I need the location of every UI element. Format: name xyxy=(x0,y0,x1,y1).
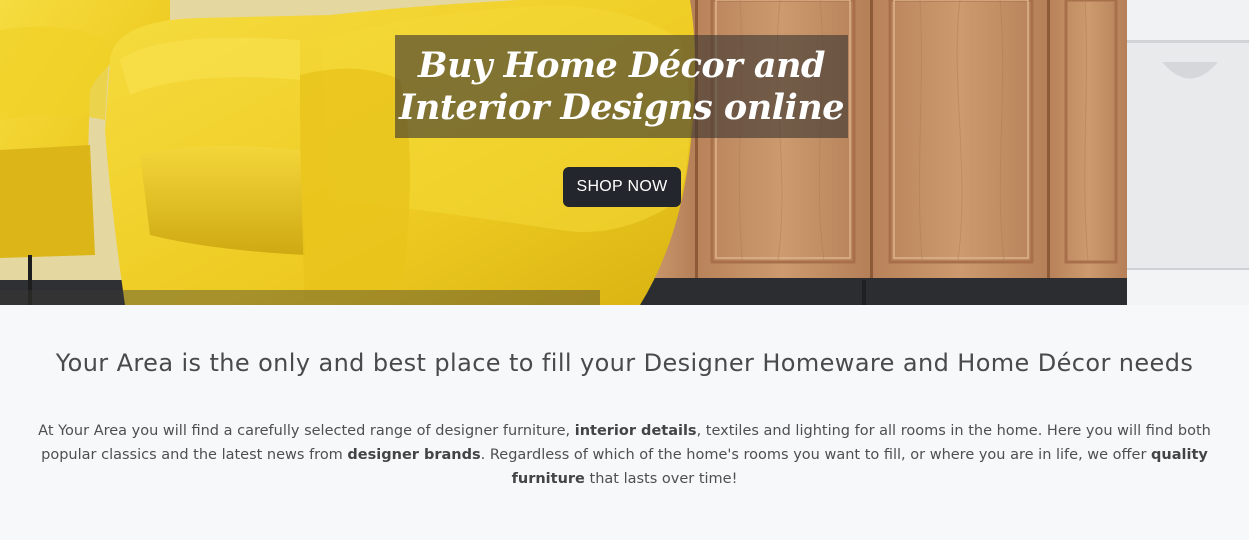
hero-title-line-2: Interior Designs online xyxy=(399,86,845,128)
intro-text-4: that lasts over time! xyxy=(584,471,738,487)
page: Buy Home Décor and Interior Designs onli… xyxy=(0,0,1249,540)
intro-heading: Your Area is the only and best place to … xyxy=(55,349,1194,377)
intro-paragraph: At Your Area you will find a carefully s… xyxy=(10,419,1239,491)
hero-banner: Buy Home Décor and Interior Designs onli… xyxy=(0,0,1249,305)
intro-text-3: . Regardless of which of the home's room… xyxy=(480,447,1152,463)
intro-bold-interior-details: interior details xyxy=(574,423,697,439)
intro-section: Your Area is the only and best place to … xyxy=(0,305,1249,540)
intro-text-1: At Your Area you will find a carefully s… xyxy=(38,423,575,439)
hero-title-box: Buy Home Décor and Interior Designs onli… xyxy=(395,35,848,138)
intro-bold-designer-brands: designer brands xyxy=(347,447,481,463)
shop-now-button[interactable]: SHOP NOW xyxy=(563,167,681,207)
hero-title-line-1: Buy Home Décor and xyxy=(418,44,825,86)
